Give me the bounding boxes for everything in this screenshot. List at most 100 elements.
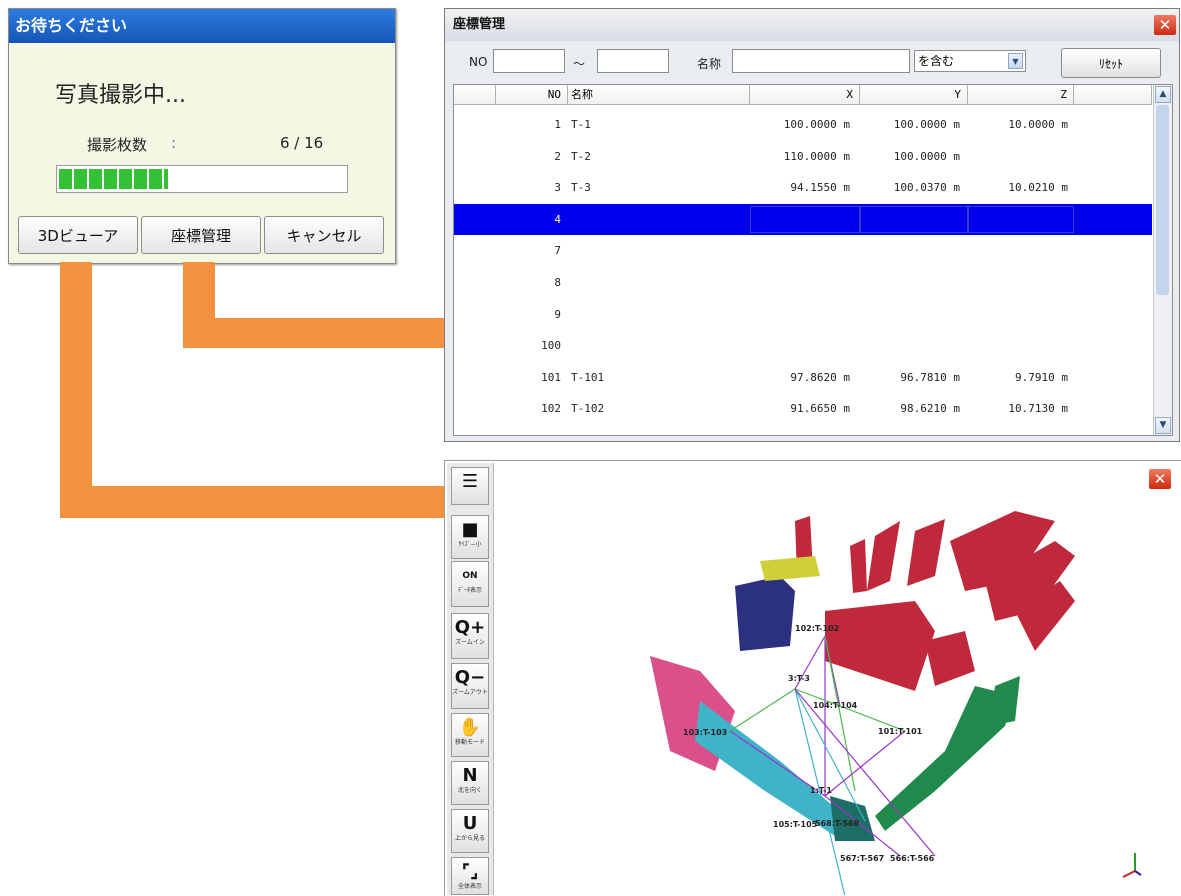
column-header-name[interactable]: 名称 xyxy=(568,85,750,105)
cell-name: T-2 xyxy=(571,149,591,163)
tool-caption: ズームアウト xyxy=(452,689,488,696)
3d-viewer-button[interactable]: 3Dビューア xyxy=(18,216,138,254)
pan-hand-button[interactable]: ✋ 移動モード xyxy=(451,713,489,757)
survey-point-label[interactable]: 104:T-104 xyxy=(813,701,858,710)
zoom-out-button[interactable]: Q− ズームアウト xyxy=(451,663,489,709)
selected-cell[interactable] xyxy=(860,205,968,233)
data-display-button[interactable]: ON ﾃﾞｰﾀ表示 xyxy=(451,561,489,607)
match-mode-select[interactable]: を含む ▼ xyxy=(914,50,1026,72)
selected-cell[interactable] xyxy=(750,205,860,233)
table-row[interactable]: 1 T-1 100.0000 m 100.0000 m 10.0000 m xyxy=(454,109,1152,140)
waiting-dialog-title: お待ちください xyxy=(9,9,395,43)
cell-no: 8 xyxy=(554,276,561,289)
cell-no: 100 xyxy=(541,339,561,353)
survey-point-label[interactable]: 568:T-568 xyxy=(815,819,860,828)
table-row[interactable]: 7 xyxy=(454,235,1152,266)
scroll-down-icon[interactable]: ▼ xyxy=(1155,417,1171,434)
cell-x: 110.0000 m xyxy=(783,149,850,163)
point-size-icon: ■ xyxy=(461,519,479,540)
waiting-dialog: お待ちください 写真撮影中... 撮影枚数 : 6 / 16 3Dビューア 座標… xyxy=(8,8,396,264)
table-row[interactable]: 3 T-3 94.1550 m 100.0370 m 10.0210 m xyxy=(454,172,1152,203)
point-size-button[interactable]: ■ ｻｲｽﾞ−小 xyxy=(451,515,489,559)
cell-z: 10.7130 m xyxy=(1008,402,1068,416)
selected-cell[interactable] xyxy=(968,205,1074,233)
survey-point-label[interactable]: 1:T-1 xyxy=(810,786,832,795)
table-row[interactable]: 102 T-102 91.6650 m 98.6210 m 10.7130 m xyxy=(454,393,1152,424)
column-header-z[interactable]: Z xyxy=(968,85,1074,105)
cell-no: 3 xyxy=(554,181,561,195)
coordinate-table: NO 名称 X Y Z 1 T-1 100.0000 m 100.0000 m 10.0… xyxy=(453,84,1173,436)
cell-y: 96.7810 m xyxy=(900,370,960,384)
cell-name: T-101 xyxy=(571,370,605,384)
zoom-out-icon: Q− xyxy=(454,667,486,688)
no-to-input[interactable] xyxy=(597,49,669,73)
table-scrollbar[interactable]: ▲ ▼ xyxy=(1153,85,1172,435)
cell-z: 10.0000 m xyxy=(1008,118,1068,131)
cell-name: T-1 xyxy=(571,118,591,131)
tool-caption: 北を向く xyxy=(457,787,482,794)
survey-point-label[interactable]: 105:T-105 xyxy=(773,820,818,829)
name-filter-label: 名称 xyxy=(697,57,722,71)
list-icon: ☰ xyxy=(461,471,479,492)
column-header-x[interactable]: X xyxy=(750,85,860,105)
zoom-in-icon: Q+ xyxy=(454,617,486,638)
no-from-input[interactable] xyxy=(493,49,565,73)
viewer-toolbar: ☰ ■ ｻｲｽﾞ−小 ON ﾃﾞｰﾀ表示 Q+ ズームイン Q− ズームアウト ✋ 移動モード N 北を… xyxy=(447,463,494,895)
row-header-corner xyxy=(454,85,496,105)
list-button[interactable]: ☰ xyxy=(451,467,489,505)
survey-point-label[interactable]: 567:T-567 xyxy=(840,854,884,863)
zoom-in-button[interactable]: Q+ ズームイン xyxy=(451,613,489,659)
name-filter-input[interactable] xyxy=(732,49,910,73)
pan-hand-icon: ✋ xyxy=(458,717,482,738)
table-row[interactable]: 9 xyxy=(454,299,1152,330)
no-filter-label: NO xyxy=(469,55,488,69)
table-row[interactable]: 2 T-2 110.0000 m 100.0000 m xyxy=(454,141,1152,172)
survey-point-label[interactable]: 102:T-102 xyxy=(795,624,839,633)
capture-count-label: 撮影枚数 xyxy=(87,136,148,154)
table-row[interactable]: 100 xyxy=(454,330,1152,361)
cell-y: 98.6210 m xyxy=(900,402,960,416)
survey-point-label[interactable]: 101:T-101 xyxy=(878,727,923,736)
reset-button[interactable]: ﾘｾｯﾄ xyxy=(1061,48,1161,78)
survey-point-label[interactable]: 3:T-3 xyxy=(788,674,810,683)
cell-x: 97.8620 m xyxy=(790,370,850,384)
top-view-icon: U xyxy=(462,813,478,834)
data-display-icon: ON xyxy=(462,571,478,581)
point-cloud-canvas[interactable]: 102:T-102 3:T-3 104:T-104 103:T-103 101:T-10… xyxy=(495,461,1181,895)
cell-x: 100.0000 m xyxy=(783,118,850,131)
column-header-filler xyxy=(1074,85,1152,105)
capture-count-separator: : xyxy=(171,134,177,152)
coordinate-management-dialog: 座標管理 ✕ NO ～ 名称 を含む ▼ ﾘｾｯﾄ NO 名称 X Y Z 1T… xyxy=(444,8,1180,442)
close-icon[interactable]: ✕ xyxy=(1154,15,1176,35)
cell-name: T-3 xyxy=(571,181,591,195)
cancel-button[interactable]: キャンセル xyxy=(264,216,384,254)
scroll-up-icon[interactable]: ▲ xyxy=(1155,86,1171,103)
table-row[interactable]: 8 xyxy=(454,267,1152,298)
cell-z: 10.0210 m xyxy=(1008,181,1068,195)
point-cloud-green xyxy=(990,676,1020,726)
coordinate-dialog-title: 座標管理 xyxy=(445,9,1179,41)
fit-all-button[interactable]: ⌜⌟ 全体表示 xyxy=(451,857,489,895)
match-mode-value: を含む xyxy=(918,54,955,68)
top-view-button[interactable]: U 上から見る xyxy=(451,809,489,853)
arrow-to-3d-viewer xyxy=(60,262,92,518)
cell-x: 94.1550 m xyxy=(790,181,850,195)
3d-viewer-window: ☰ ■ ｻｲｽﾞ−小 ON ﾃﾞｰﾀ表示 Q+ ズームイン Q− ズームアウト ✋ 移動モード N 北を… xyxy=(444,460,1181,896)
tool-caption: ズームイン xyxy=(455,639,485,646)
tool-caption: ﾃﾞｰﾀ表示 xyxy=(457,587,482,594)
table-row[interactable]: 4 xyxy=(454,203,1152,235)
cell-name: T-102 xyxy=(571,402,605,416)
north-view-button[interactable]: N 北を向く xyxy=(451,761,489,805)
survey-point-label[interactable]: 566:T-566 xyxy=(890,854,935,863)
chevron-down-icon[interactable]: ▼ xyxy=(1008,53,1023,69)
cell-no: 9 xyxy=(554,307,561,321)
cell-no: 7 xyxy=(554,244,561,258)
column-header-y[interactable]: Y xyxy=(860,85,968,105)
scroll-thumb[interactable] xyxy=(1156,105,1169,295)
coordinate-management-button[interactable]: 座標管理 xyxy=(141,216,261,254)
column-header-no[interactable]: NO xyxy=(496,85,568,105)
table-row[interactable]: 101 T-101 97.8620 m 96.7810 m 9.7910 m xyxy=(454,362,1152,393)
survey-point-label[interactable]: 103:T-103 xyxy=(683,728,727,737)
tool-caption: 移動モード xyxy=(454,739,485,746)
axis-gizmo xyxy=(1122,853,1142,878)
